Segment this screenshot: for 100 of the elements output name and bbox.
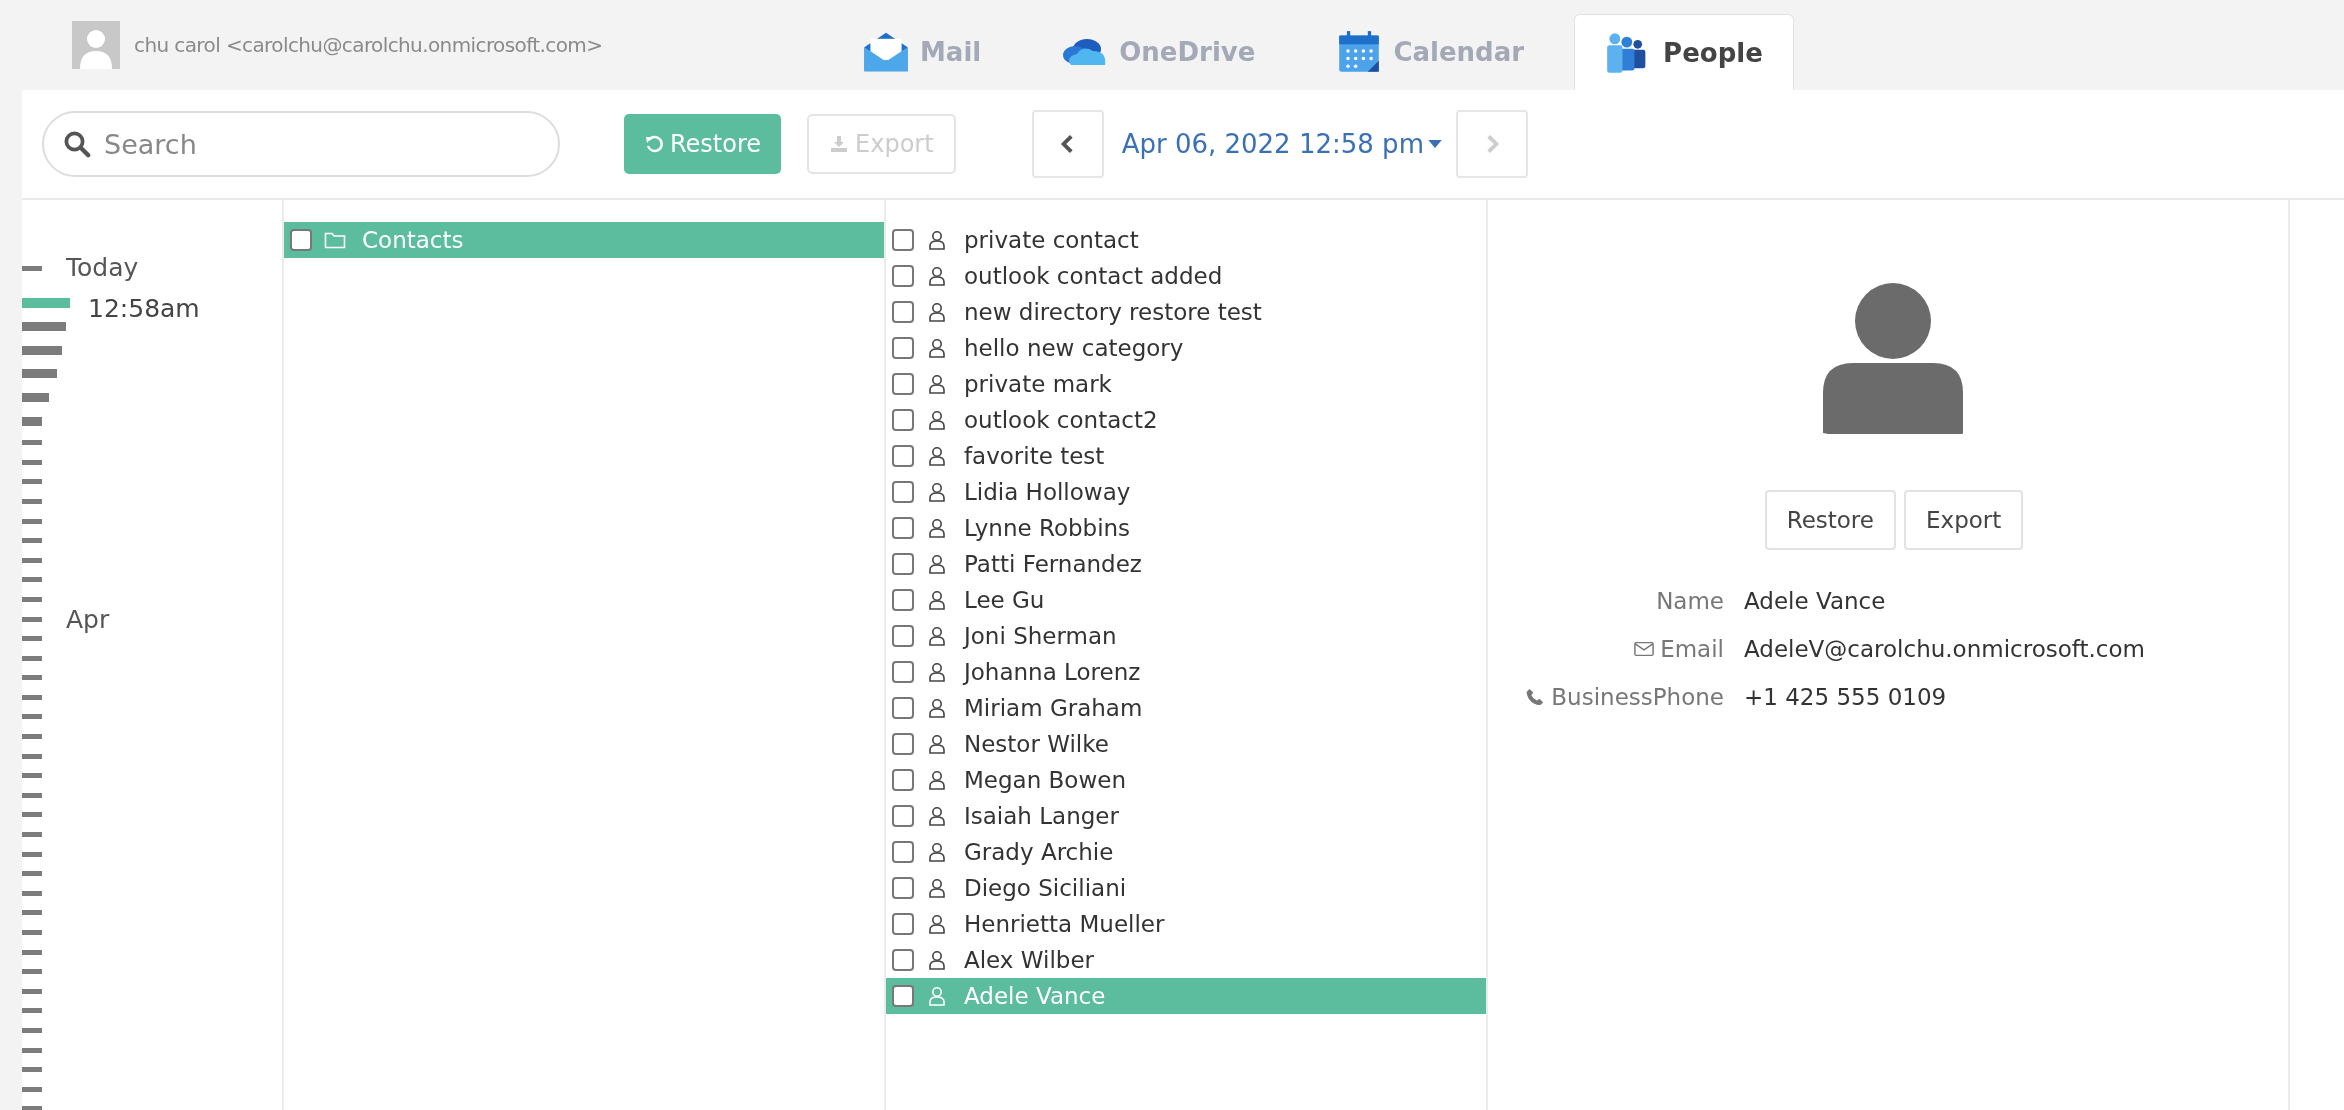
contact-item[interactable]: outlook contact2 bbox=[886, 402, 1486, 438]
contact-item[interactable]: favorite test bbox=[886, 438, 1486, 474]
timeline-tick bbox=[22, 734, 42, 740]
timeline-tick bbox=[22, 773, 42, 779]
checkbox[interactable] bbox=[892, 805, 914, 827]
undo-icon bbox=[644, 134, 664, 154]
contact-item[interactable]: private mark bbox=[886, 366, 1486, 402]
timeline-label[interactable]: Apr bbox=[66, 605, 110, 634]
person-icon bbox=[926, 842, 948, 862]
timeline-tick bbox=[22, 498, 42, 504]
checkbox[interactable] bbox=[892, 481, 914, 503]
timeline-tick bbox=[22, 345, 62, 355]
contact-item[interactable]: Miriam Graham bbox=[886, 690, 1486, 726]
field-value: AdeleV@carolchu.onmicrosoft.com bbox=[1744, 636, 2145, 662]
contact-item[interactable]: Henrietta Mueller bbox=[886, 906, 1486, 942]
contact-item[interactable]: Lee Gu bbox=[886, 582, 1486, 618]
caret-icon bbox=[1427, 139, 1442, 149]
person-icon bbox=[926, 230, 948, 250]
contact-item[interactable]: Diego Siciliani bbox=[886, 870, 1486, 906]
person-icon bbox=[926, 662, 948, 682]
checkbox[interactable] bbox=[892, 697, 914, 719]
timeline-label[interactable]: Today bbox=[66, 253, 139, 282]
checkbox[interactable] bbox=[892, 265, 914, 287]
phone-icon bbox=[1525, 688, 1546, 706]
action-button[interactable]: Restore bbox=[1764, 490, 1896, 550]
checkbox[interactable] bbox=[892, 229, 914, 251]
checkbox[interactable] bbox=[892, 553, 914, 575]
timeline-tick bbox=[22, 459, 42, 465]
timeline-tick bbox=[22, 792, 42, 798]
field-value: Adele Vance bbox=[1744, 588, 1886, 614]
timeline-tick bbox=[22, 910, 42, 916]
checkbox[interactable] bbox=[892, 661, 914, 683]
checkbox[interactable] bbox=[290, 229, 312, 251]
folder-icon bbox=[324, 230, 346, 250]
checkbox[interactable] bbox=[892, 301, 914, 323]
timeline-tick bbox=[22, 1106, 42, 1110]
field-label: BusinessPhone bbox=[1551, 684, 1724, 710]
timeline-tick bbox=[22, 518, 42, 524]
action-button[interactable]: Export bbox=[1904, 490, 2024, 550]
timeline-tick bbox=[22, 392, 49, 402]
contact-item[interactable]: Johanna Lorenz bbox=[886, 654, 1486, 690]
timeline-tick bbox=[22, 890, 42, 896]
contact-item[interactable]: Megan Bowen bbox=[886, 762, 1486, 798]
timeline-tick bbox=[22, 851, 42, 857]
checkbox[interactable] bbox=[892, 517, 914, 539]
contact-item[interactable]: Nestor Wilke bbox=[886, 726, 1486, 762]
timeline-tick bbox=[22, 832, 42, 838]
timeline-tick bbox=[22, 322, 66, 332]
field-label: Email bbox=[1660, 636, 1724, 662]
timeline-tick bbox=[22, 479, 42, 485]
contact-item[interactable]: Grady Archie bbox=[886, 834, 1486, 870]
timeline-tick bbox=[22, 694, 42, 700]
timeline-tick bbox=[22, 655, 42, 661]
checkbox[interactable] bbox=[892, 985, 914, 1007]
person-icon bbox=[926, 374, 948, 394]
contact-item[interactable]: hello new category bbox=[886, 330, 1486, 366]
checkbox[interactable] bbox=[892, 337, 914, 359]
contact-item[interactable]: outlook contact added bbox=[886, 258, 1486, 294]
checkbox[interactable] bbox=[892, 769, 914, 791]
timeline-tick bbox=[22, 577, 42, 583]
checkbox[interactable] bbox=[892, 409, 914, 431]
checkbox[interactable] bbox=[892, 589, 914, 611]
contact-item[interactable]: Joni Sherman bbox=[886, 618, 1486, 654]
person-icon bbox=[926, 590, 948, 610]
timeline-tick bbox=[22, 1027, 42, 1033]
person-icon bbox=[926, 734, 948, 754]
person-icon bbox=[926, 482, 948, 502]
checkbox[interactable] bbox=[892, 841, 914, 863]
person-icon bbox=[926, 266, 948, 286]
checkbox[interactable] bbox=[892, 445, 914, 467]
person-icon bbox=[926, 986, 948, 1006]
date-dropdown[interactable]: Apr 06, 2022 12:58 pm bbox=[1103, 129, 1456, 159]
timeline-tick bbox=[22, 557, 42, 563]
contact-item[interactable]: Isaiah Langer bbox=[886, 798, 1486, 834]
timeline-tick bbox=[22, 416, 42, 426]
contact-item[interactable]: Alex Wilber bbox=[886, 942, 1486, 978]
timeline-tick bbox=[22, 1067, 42, 1073]
timeline-label[interactable]: 12:58am bbox=[88, 294, 200, 323]
timeline-tick bbox=[22, 538, 42, 544]
contact-item[interactable]: Patti Fernandez bbox=[886, 546, 1486, 582]
checkbox[interactable] bbox=[892, 733, 914, 755]
person-icon bbox=[926, 518, 948, 538]
contact-item[interactable]: Lynne Robbins bbox=[886, 510, 1486, 546]
person-icon bbox=[926, 770, 948, 790]
person-icon bbox=[926, 698, 948, 718]
person-icon bbox=[926, 410, 948, 430]
search-field[interactable]: Search bbox=[42, 111, 560, 177]
contact-item[interactable]: private contact bbox=[886, 222, 1486, 258]
checkbox[interactable] bbox=[892, 913, 914, 935]
checkbox[interactable] bbox=[892, 949, 914, 971]
person-icon bbox=[926, 914, 948, 934]
checkbox[interactable] bbox=[892, 877, 914, 899]
contact-item[interactable]: new directory restore test bbox=[886, 294, 1486, 330]
checkbox[interactable] bbox=[892, 373, 914, 395]
timeline-tick bbox=[22, 1086, 42, 1092]
contact-item[interactable]: Lidia Holloway bbox=[886, 474, 1486, 510]
avatar-icon bbox=[72, 21, 120, 69]
checkbox[interactable] bbox=[892, 625, 914, 647]
person-icon bbox=[926, 878, 948, 898]
app-tab[interactable]: People bbox=[1574, 14, 1794, 90]
